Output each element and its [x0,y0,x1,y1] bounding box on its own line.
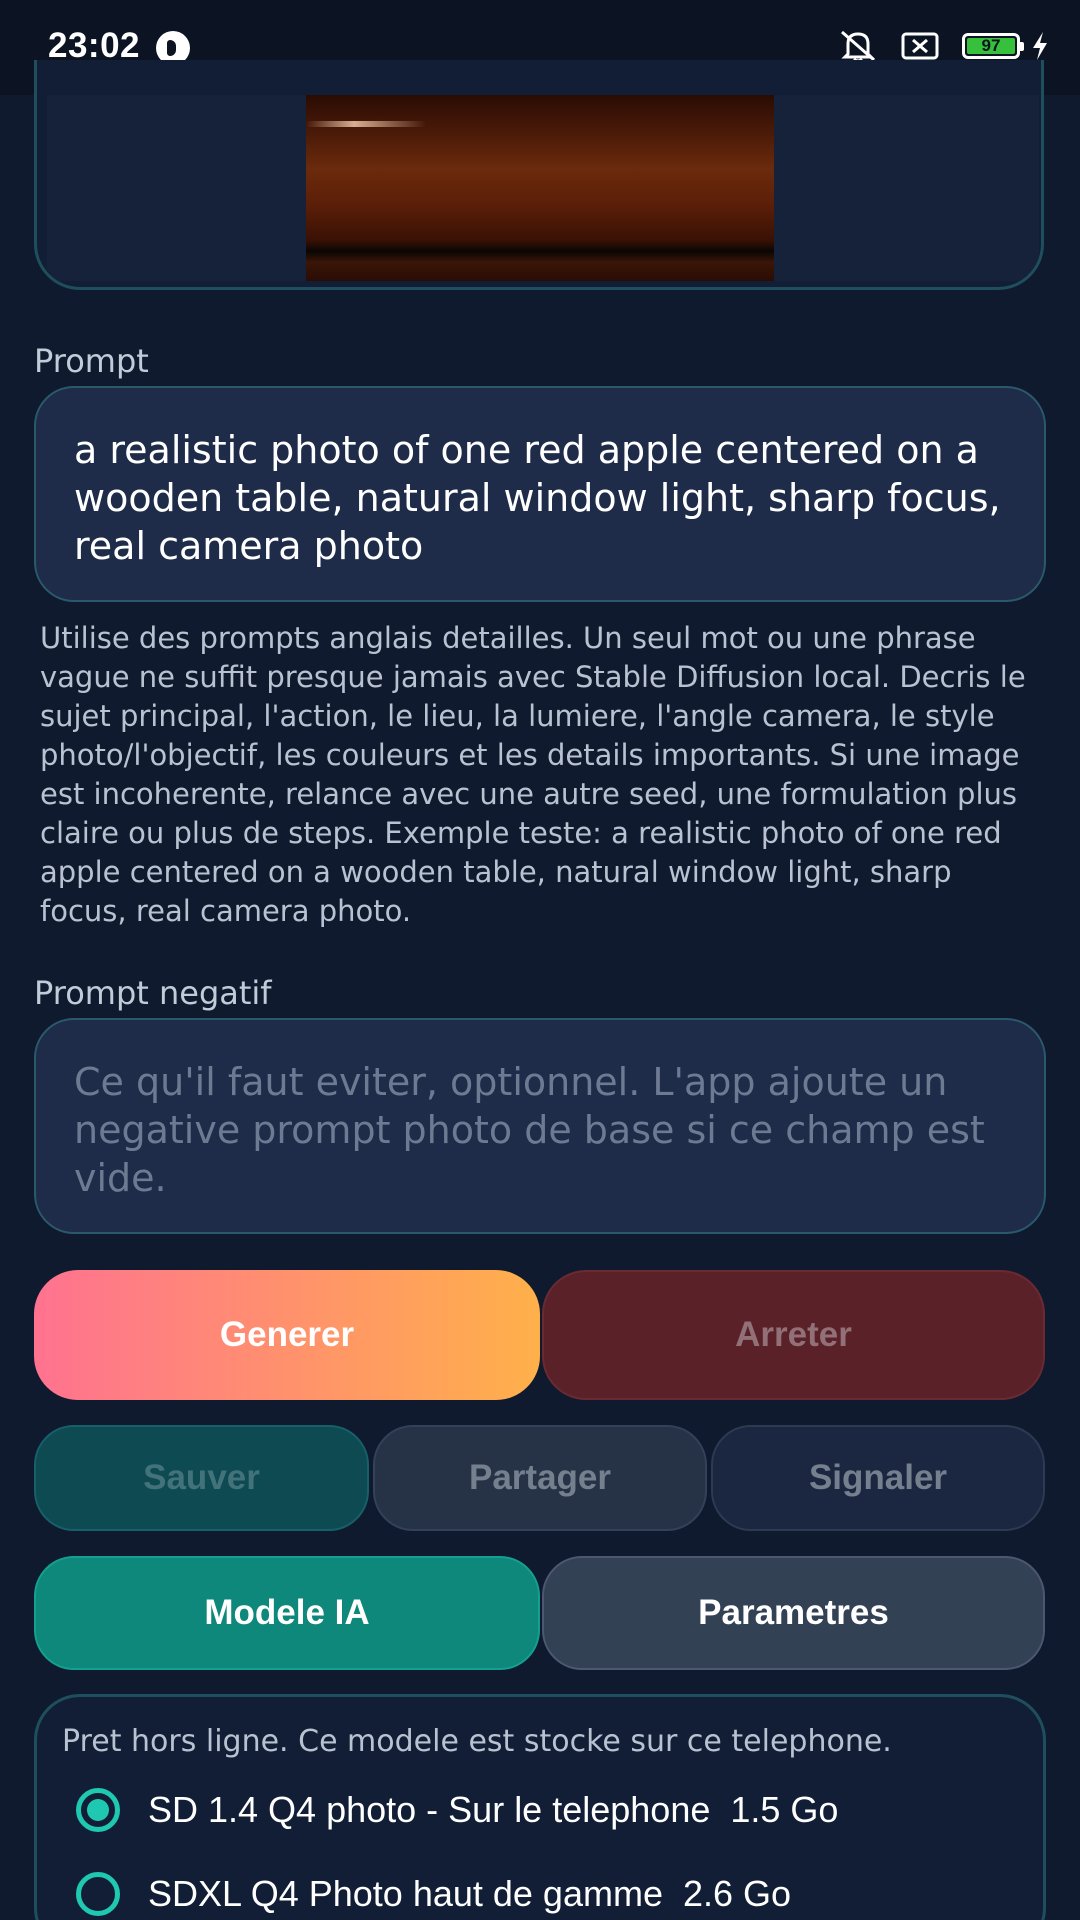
model-option-label: SD 1.4 Q4 photo - Sur le telephone 1.5 G… [148,1789,839,1830]
charging-icon [1033,32,1047,60]
model-option-sd14[interactable]: SD 1.4 Q4 photo - Sur le telephone 1.5 G… [76,1788,838,1832]
stop-button[interactable]: Arreter [542,1270,1045,1400]
battery-icon: 97 [962,33,1024,59]
negative-prompt-label: Prompt negatif [34,974,272,1012]
no-sim-icon [901,32,939,60]
battery-level: 97 [967,36,1015,55]
share-button[interactable]: Partager [373,1425,707,1531]
generate-button[interactable]: Generer [34,1270,540,1400]
report-button[interactable]: Signaler [711,1425,1045,1531]
radio-selected-icon[interactable] [76,1788,120,1832]
model-option-sdxl[interactable]: SDXL Q4 Photo haut de gamme 2.6 Go [76,1872,791,1916]
model-tab-button[interactable]: Modele IA [34,1556,540,1670]
prompt-label: Prompt [34,342,149,380]
status-icons: 97 [838,28,1050,64]
prompt-hint: Utilise des prompts anglais detailles. U… [40,621,1026,928]
model-option-label: SDXL Q4 Photo haut de gamme 2.6 Go [148,1873,792,1914]
app-screen: 23:02 97 Prompt a realistic photo of one… [0,0,1080,1920]
settings-tab-button[interactable]: Parametres [542,1556,1045,1670]
mute-icon [841,30,875,63]
negative-prompt-input[interactable]: Ce qu'il faut eviter, optionnel. L'app a… [34,1018,1046,1234]
save-button[interactable]: Sauver [34,1425,369,1531]
radio-unselected-icon[interactable] [76,1872,120,1916]
prompt-input[interactable]: a realistic photo of one red apple cente… [34,386,1046,602]
model-status: Pret hors ligne. Ce modele est stocke su… [62,1724,892,1759]
